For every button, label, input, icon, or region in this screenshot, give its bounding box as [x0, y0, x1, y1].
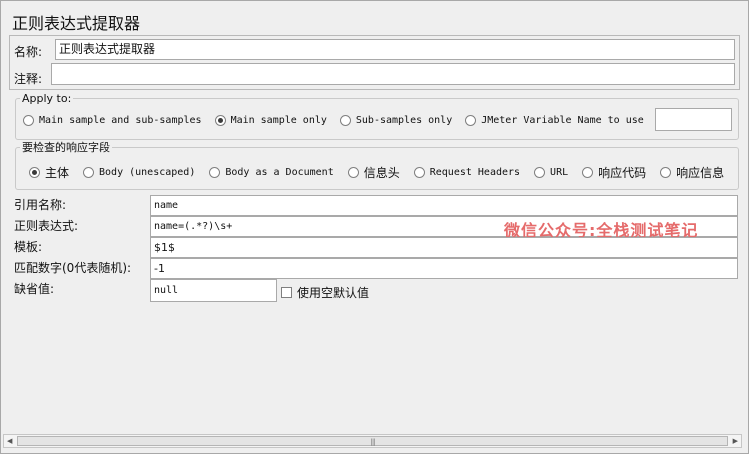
radio-response-code-circle[interactable] [582, 166, 594, 178]
default-value-label: 缺省值: [14, 282, 55, 296]
radio-jmeter-var-label: JMeter Variable Name to use [481, 114, 644, 126]
radio-response-message-circle[interactable] [660, 166, 672, 178]
radio-response-message[interactable]: 响应信息 [660, 164, 724, 181]
ref-name-input[interactable]: name [150, 195, 738, 216]
radio-jmeter-var-circle[interactable] [465, 114, 477, 126]
radio-body-circle[interactable] [29, 166, 40, 178]
field-to-check-options: 主体 Body (unescaped) Body as a Document 信… [29, 164, 724, 181]
radio-response-code[interactable]: 响应代码 [582, 164, 646, 181]
scrollbar-thumb[interactable]: ||| [17, 436, 728, 446]
radio-body-as-document-circle[interactable] [209, 166, 221, 178]
scroll-right-icon[interactable]: ▶ [733, 437, 738, 445]
empty-default-checkbox-row[interactable]: 使用空默认值 [281, 284, 369, 301]
radio-headers[interactable]: 信息头 [347, 164, 400, 181]
radio-response-code-label: 响应代码 [598, 165, 647, 180]
radio-main-only-circle[interactable] [214, 114, 226, 126]
empty-default-checkbox[interactable] [281, 287, 292, 298]
horizontal-scrollbar[interactable]: ◀ ||| ▶ [3, 434, 742, 448]
apply-to-legend: Apply to: [22, 92, 72, 105]
apply-to-options: Main sample and sub-samples Main sample … [23, 113, 644, 127]
radio-sub-only-label: Sub-samples only [355, 114, 453, 126]
field-to-check-legend: 要检查的响应字段 [22, 141, 110, 154]
template-label: 模板: [14, 240, 43, 254]
radio-main-only[interactable]: Main sample only [214, 114, 327, 126]
radio-sub-only[interactable]: Sub-samples only [339, 114, 453, 126]
template-input[interactable]: $1$ [150, 237, 738, 258]
name-label: 名称: [14, 45, 43, 59]
match-no-input[interactable]: -1 [150, 258, 738, 279]
radio-request-headers[interactable]: Request Headers [413, 166, 521, 178]
radio-headers-label: 信息头 [363, 165, 400, 180]
regex-input-value: name=(.*?)\s+ [154, 221, 233, 232]
radio-headers-circle[interactable] [347, 166, 359, 178]
scroll-left-icon[interactable]: ◀ [7, 437, 12, 445]
default-value-input[interactable]: null [150, 279, 277, 302]
radio-main-and-sub-label: Main sample and sub-samples [39, 114, 202, 126]
radio-main-only-label: Main sample only [230, 114, 327, 126]
radio-main-and-sub-circle[interactable] [23, 114, 34, 126]
radio-jmeter-var[interactable]: JMeter Variable Name to use [465, 114, 644, 126]
radio-body-as-document-label: Body as a Document [225, 166, 334, 178]
jmeter-variable-input[interactable] [655, 108, 732, 131]
radio-body-unescaped[interactable]: Body (unescaped) [83, 166, 196, 178]
radio-request-headers-circle[interactable] [413, 166, 425, 178]
ref-name-label: 引用名称: [14, 198, 67, 212]
radio-body-unescaped-circle[interactable] [83, 166, 95, 178]
radio-url-circle[interactable] [534, 166, 546, 178]
panel-title: 正则表达式提取器 [12, 14, 141, 33]
comment-input[interactable] [51, 63, 735, 85]
radio-url[interactable]: URL [534, 166, 569, 178]
radio-url-label: URL [550, 166, 569, 178]
radio-body-as-document[interactable]: Body as a Document [209, 166, 334, 178]
radio-body-unescaped-label: Body (unescaped) [99, 166, 196, 178]
radio-body-label: 主体 [45, 165, 70, 180]
comment-label: 注释: [14, 72, 43, 86]
radio-body[interactable]: 主体 [29, 164, 69, 181]
radio-request-headers-label: Request Headers [429, 166, 521, 178]
radio-sub-only-circle[interactable] [339, 114, 351, 126]
grip-lines-icon: ||| [370, 438, 375, 446]
regex-label: 正则表达式: [14, 219, 79, 233]
radio-main-and-sub[interactable]: Main sample and sub-samples [23, 114, 202, 126]
empty-default-label: 使用空默认值 [297, 286, 370, 300]
radio-response-message-label: 响应信息 [676, 165, 725, 180]
match-no-label: 匹配数字(0代表随机): [14, 261, 132, 275]
name-input[interactable]: 正则表达式提取器 [55, 39, 735, 60]
